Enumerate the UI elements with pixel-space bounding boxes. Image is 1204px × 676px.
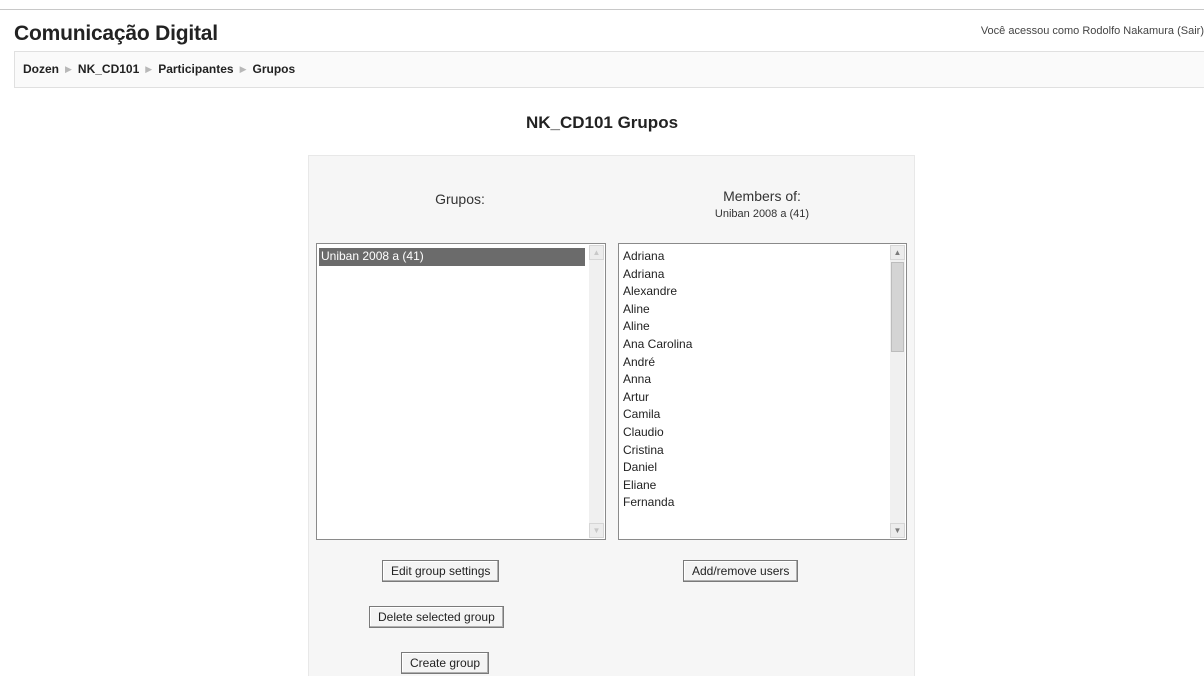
member-list-item[interactable]: Adriana: [623, 248, 886, 266]
group-list-item-selected[interactable]: Uniban 2008 a (41): [319, 248, 585, 266]
groups-scrollbar[interactable]: ▲ ▼: [589, 245, 604, 538]
member-list-item[interactable]: Claudio: [623, 424, 886, 442]
login-info[interactable]: Você acessou como Rodolfo Nakamura (Sair…: [981, 25, 1204, 37]
breadcrumb-separator-icon: ▶: [145, 63, 153, 74]
breadcrumb-item-participantes[interactable]: Participantes: [158, 62, 233, 76]
groups-listbox[interactable]: Uniban 2008 a (41) ▲ ▼: [316, 243, 606, 540]
member-list-item[interactable]: Fernanda: [623, 494, 886, 512]
member-list-item[interactable]: Adriana: [623, 266, 886, 284]
add-remove-users-button[interactable]: Add/remove users: [683, 560, 799, 582]
members-listbox[interactable]: Adriana Adriana Alexandre Aline Aline Ana Car…: [618, 243, 907, 540]
scroll-up-icon[interactable]: ▲: [589, 245, 604, 260]
breadcrumb-item-dozen[interactable]: Dozen: [23, 62, 59, 76]
member-list-item[interactable]: Ana Carolina: [623, 336, 886, 354]
member-list-item[interactable]: Camila: [623, 406, 886, 424]
members-list: Adriana Adriana Alexandre Aline Aline Ana Car…: [623, 248, 886, 512]
breadcrumb-item-course[interactable]: NK_CD101: [78, 62, 139, 76]
members-column-subtitle: Uniban 2008 a (41): [714, 208, 810, 220]
member-list-item[interactable]: André: [623, 354, 886, 372]
scroll-down-icon[interactable]: ▼: [890, 523, 905, 538]
breadcrumb-separator-icon: ▶: [239, 63, 247, 74]
navbar: Dozen ▶ NK_CD101 ▶ Participantes ▶ Grupo…: [14, 51, 1204, 88]
member-list-item[interactable]: Alexandre: [623, 283, 886, 301]
groups-management-panel: Grupos: Members of: Uniban 2008 a (41) U…: [308, 155, 915, 676]
breadcrumb-separator-icon: ▶: [65, 63, 72, 74]
member-list-item[interactable]: Anna: [623, 371, 886, 389]
groups-column-title: Grupos:: [435, 191, 485, 207]
member-list-item[interactable]: Cristina: [623, 442, 886, 460]
scroll-up-icon[interactable]: ▲: [890, 245, 905, 260]
edit-group-settings-button[interactable]: Edit group settings: [382, 560, 500, 582]
member-list-item[interactable]: Artur: [623, 389, 886, 407]
top-border: [0, 9, 1204, 10]
breadcrumb: Dozen ▶ NK_CD101 ▶ Participantes ▶ Grupo…: [23, 62, 295, 76]
members-scrollbar[interactable]: ▲ ▼: [890, 245, 905, 538]
scrollbar-thumb[interactable]: [891, 262, 904, 352]
members-column-title: Members of:: [723, 188, 801, 204]
member-list-item[interactable]: Daniel: [623, 459, 886, 477]
member-list-item[interactable]: Eliane: [623, 477, 886, 495]
groups-list: Uniban 2008 a (41): [319, 248, 585, 266]
page-heading: NK_CD101 Grupos: [525, 113, 679, 132]
site-title: Comunicação Digital: [14, 22, 218, 45]
member-list-item[interactable]: Aline: [623, 301, 886, 319]
member-list-item[interactable]: Aline: [623, 318, 886, 336]
create-group-button[interactable]: Create group: [401, 652, 490, 674]
delete-selected-group-button[interactable]: Delete selected group: [369, 606, 504, 628]
scroll-down-icon[interactable]: ▼: [589, 523, 604, 538]
breadcrumb-item-grupos: Grupos: [252, 62, 296, 76]
